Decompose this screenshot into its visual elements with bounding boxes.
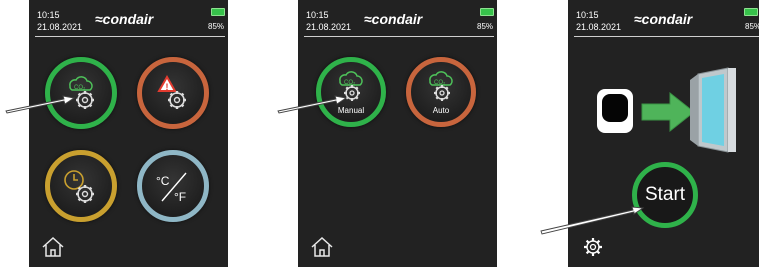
arrow-pointer-2 [277,95,348,114]
pointer-arrows [5,95,645,235]
arrow-pointer-3 [540,206,645,235]
arrow-pointer-1 [5,95,76,114]
